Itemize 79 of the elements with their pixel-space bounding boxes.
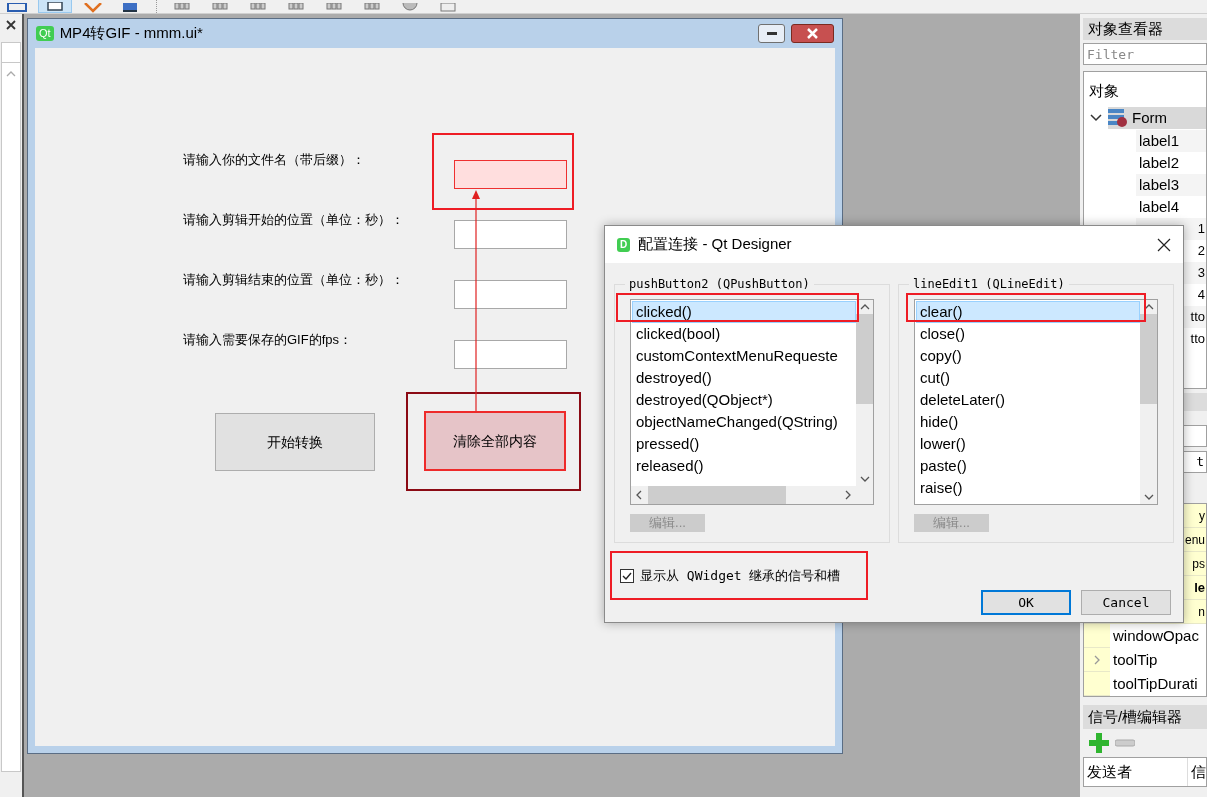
property-name[interactable]: y — [1199, 504, 1205, 527]
tree-item[interactable]: 1 — [1197, 217, 1205, 240]
list-item[interactable]: deleteLater() — [916, 389, 1140, 411]
tree-item-label: Form — [1132, 107, 1167, 128]
field-label: 请输入剪辑开始的位置（单位：秒）： — [183, 212, 404, 228]
list-item[interactable]: paste() — [916, 455, 1140, 477]
property-name[interactable]: ps — [1192, 552, 1205, 575]
panel-header: 信号/槽编辑器 — [1083, 705, 1207, 729]
line-edit[interactable] — [454, 220, 567, 249]
check-icon — [622, 570, 632, 581]
widget-icon[interactable] — [38, 0, 72, 13]
tree-item[interactable]: 2 — [1197, 239, 1205, 262]
panel-header: 对象查看器 — [1083, 18, 1207, 40]
list-item[interactable]: destroyed() — [632, 367, 856, 389]
chevron-icon[interactable] — [1090, 114, 1102, 122]
checkbox[interactable] — [620, 568, 634, 583]
dialog-title: 配置连接 - Qt Designer — [638, 234, 792, 255]
tree-item[interactable]: 4 — [1197, 283, 1205, 306]
property-name[interactable]: toolTipDurati — [1110, 671, 1206, 696]
list-item[interactable]: lower() — [916, 433, 1140, 455]
line-edit[interactable] — [454, 280, 567, 309]
property-name[interactable]: enu — [1184, 528, 1205, 551]
group-title: pushButton2 (QPushButton) — [625, 276, 814, 292]
list-item[interactable]: pressed() — [632, 433, 856, 455]
minimize-icon — [766, 31, 777, 36]
field-label: 请输入剪辑结束的位置（单位：秒）： — [183, 272, 404, 288]
property-name[interactable]: windowOpac — [1110, 623, 1206, 648]
ok-button[interactable]: OK — [981, 590, 1071, 615]
column-header[interactable]: 发送者 — [1084, 758, 1188, 786]
group-title: lineEdit1 (QLineEdit) — [909, 276, 1069, 292]
vertical-scrollbar[interactable] — [1140, 300, 1157, 504]
checkbox-label: 显示从 QWidget 继承的信号和槽 — [640, 566, 841, 585]
list-item[interactable]: clicked(bool) — [632, 323, 856, 345]
list-item[interactable]: released() — [632, 455, 856, 477]
list-item[interactable]: cut() — [916, 367, 1140, 389]
push-button[interactable]: 清除全部内容 — [424, 411, 566, 471]
column-header: 对象 — [1088, 81, 1120, 101]
horizontal-scrollbar[interactable] — [631, 486, 873, 504]
form-icon — [1108, 109, 1128, 127]
property-name[interactable]: toolTip — [1110, 647, 1206, 672]
list-item[interactable]: copy() — [916, 345, 1140, 367]
plus-icon[interactable] — [1089, 733, 1109, 753]
field-label: 请输入需要保存的GIF的fps： — [183, 332, 352, 348]
tree-item[interactable]: 3 — [1197, 261, 1205, 284]
vertical-scrollbar[interactable] — [856, 300, 873, 486]
list-item[interactable]: clear() — [916, 301, 1140, 323]
push-button[interactable]: 开始转换 — [215, 413, 375, 471]
list-item[interactable]: objectNameChanged(QString) — [632, 411, 856, 433]
minimize-button[interactable] — [758, 24, 785, 43]
filter-field[interactable]: Filter — [1083, 43, 1207, 65]
line-edit[interactable] — [454, 160, 567, 189]
tree-item[interactable]: tto — [1190, 327, 1205, 350]
list-item[interactable]: customContextMenuRequeste — [632, 345, 856, 367]
list-item[interactable]: clicked() — [632, 301, 856, 323]
list-item[interactable]: hide() — [916, 411, 1140, 433]
field-label: 请输入你的文件名（带后缀）： — [183, 152, 365, 168]
minus-icon[interactable] — [1115, 739, 1135, 747]
line-edit[interactable] — [454, 340, 567, 369]
close-icon[interactable] — [1157, 237, 1171, 252]
cancel-button[interactable]: Cancel — [1081, 590, 1171, 615]
property-row[interactable]: toolTipDurati — [1084, 672, 1206, 696]
window-title: MP4转GIF - mmm.ui* — [59, 23, 203, 44]
tree-item[interactable]: label2 — [1139, 151, 1180, 174]
app-badge: Qt — [36, 26, 54, 41]
close-icon — [807, 28, 818, 39]
property-row[interactable]: windowOpac — [1084, 624, 1206, 648]
app-badge: D — [617, 237, 631, 252]
close-icon[interactable] — [6, 20, 16, 30]
tree-item[interactable]: label4 — [1139, 195, 1180, 218]
property-name[interactable]: n — [1198, 600, 1205, 623]
list-item[interactable]: destroyed(QObject*) — [632, 389, 856, 411]
list-item[interactable]: close() — [916, 323, 1140, 345]
property-group[interactable]: le — [1194, 576, 1205, 599]
expand-icon[interactable] — [1093, 654, 1101, 665]
property-row[interactable]: toolTip — [1084, 648, 1206, 672]
column-header[interactable]: 信 — [1188, 758, 1206, 786]
tree-item[interactable]: Form — [1108, 106, 1206, 130]
list-item[interactable]: raise() — [916, 477, 1140, 499]
close-button[interactable] — [791, 24, 834, 43]
